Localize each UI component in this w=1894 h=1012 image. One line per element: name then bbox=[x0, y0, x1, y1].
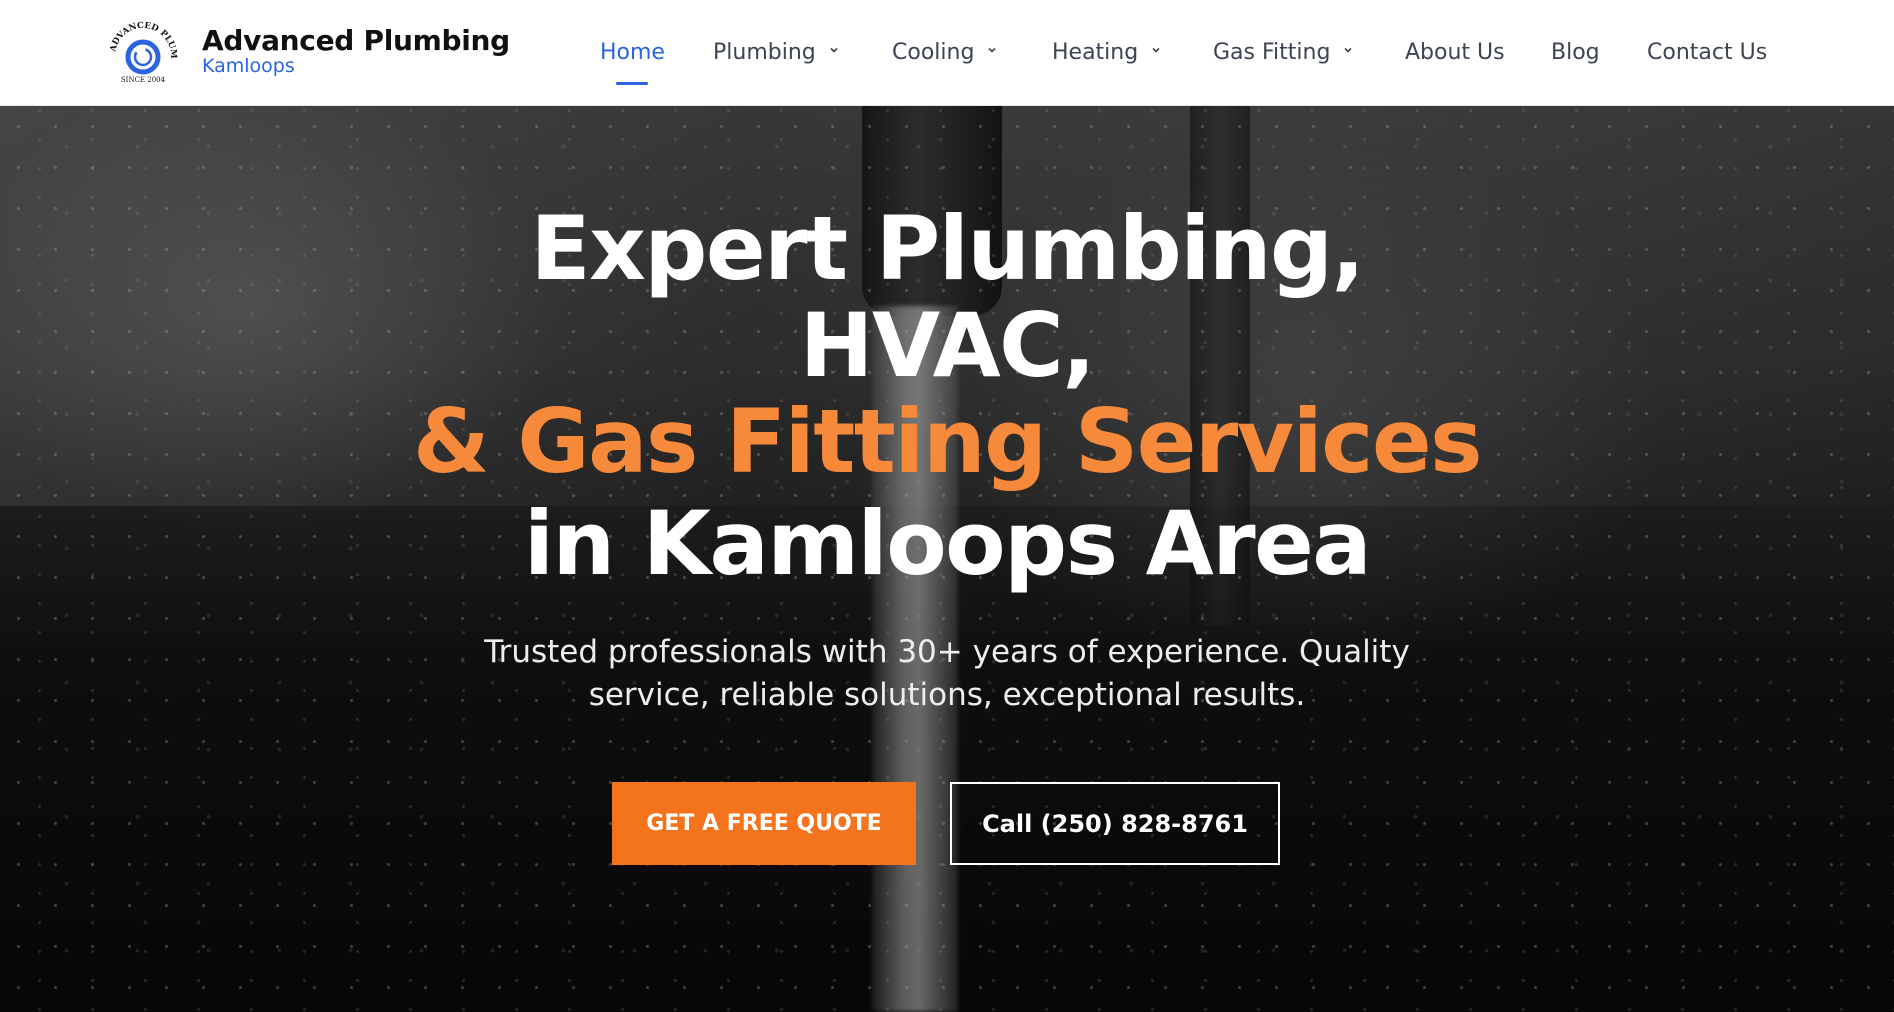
nav-about-us-label: About Us bbox=[1405, 39, 1505, 65]
nav-blog[interactable]: Blog bbox=[1551, 36, 1600, 68]
nav-heating[interactable]: Heating bbox=[1052, 36, 1162, 68]
hero-title-line-3: & Gas Fitting Services bbox=[412, 390, 1483, 493]
nav-home-label: Home bbox=[600, 39, 665, 65]
nav-plumbing-label: Plumbing bbox=[713, 39, 816, 65]
hero-title-line-2: HVAC, bbox=[799, 294, 1096, 397]
get-free-quote-button[interactable]: GET A FREE QUOTE bbox=[612, 782, 916, 865]
nav-plumbing[interactable]: Plumbing bbox=[713, 36, 840, 68]
hero-subtitle-line-1: Trusted professionals with 30+ years of … bbox=[484, 634, 1410, 670]
hero-title-line-1: Expert Plumbing, bbox=[530, 197, 1365, 300]
site-header: ADVANCED PLUMBING SINCE 2004 Advanced Pl… bbox=[0, 0, 1894, 106]
main-nav: Home Plumbing Cooling Heating Gas Fittin… bbox=[0, 0, 1894, 106]
nav-cooling[interactable]: Cooling bbox=[892, 36, 998, 68]
chevron-down-icon bbox=[830, 47, 838, 53]
hero-title-line-4: in Kamloops Area bbox=[523, 492, 1372, 595]
nav-heating-label: Heating bbox=[1052, 39, 1139, 65]
call-phone-button[interactable]: Call (250) 828-8761 bbox=[950, 782, 1280, 865]
nav-contact-us[interactable]: Contact Us bbox=[1647, 36, 1767, 68]
chevron-down-icon bbox=[1152, 47, 1160, 53]
nav-gas-fitting[interactable]: Gas Fitting bbox=[1213, 36, 1354, 68]
nav-home[interactable]: Home bbox=[600, 36, 665, 68]
nav-about-us[interactable]: About Us bbox=[1405, 36, 1505, 68]
nav-cooling-label: Cooling bbox=[892, 39, 975, 65]
nav-blog-label: Blog bbox=[1551, 39, 1600, 65]
nav-contact-us-label: Contact Us bbox=[1647, 39, 1768, 65]
hero-subtitle-line-2: service, reliable solutions, exceptional… bbox=[588, 677, 1306, 713]
chevron-down-icon bbox=[1344, 47, 1353, 53]
chevron-down-icon bbox=[988, 47, 996, 53]
nav-gas-fitting-label: Gas Fitting bbox=[1213, 39, 1331, 65]
active-nav-indicator bbox=[616, 82, 648, 85]
